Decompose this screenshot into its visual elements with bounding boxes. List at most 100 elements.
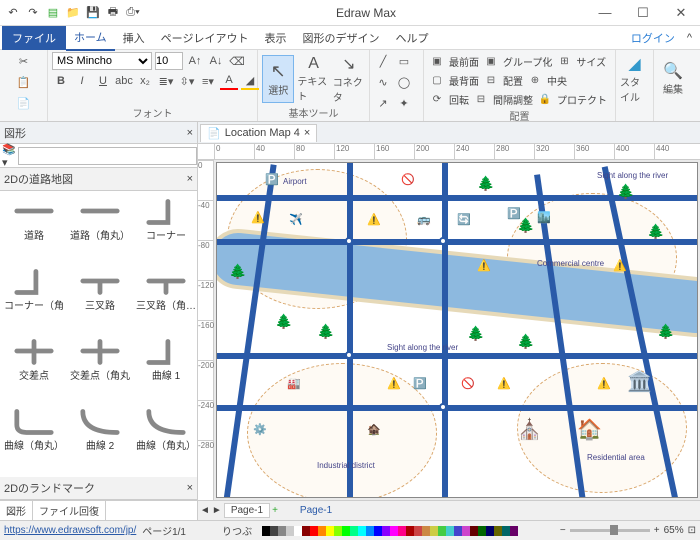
shape-item[interactable]: コーナー <box>134 195 197 263</box>
tree-icon[interactable]: 🌲 <box>517 333 534 350</box>
fontcolor-icon[interactable]: A <box>220 72 238 90</box>
shapes-close-icon[interactable]: × <box>187 127 193 139</box>
arrow-tool[interactable]: ↗ <box>374 94 392 112</box>
bus-sign[interactable]: 🚌 <box>417 213 431 226</box>
page-prev[interactable]: ◄ <box>200 505 210 516</box>
no-entry-sign[interactable]: 🚫 <box>461 377 475 390</box>
close-button[interactable]: ✕ <box>666 3 696 23</box>
alignbtn-icon[interactable]: ⊟ <box>482 71 500 89</box>
intersection[interactable] <box>345 237 353 245</box>
shape-item[interactable]: 三叉路（角… <box>134 265 197 333</box>
lib-icon[interactable]: 📚▾ <box>2 143 16 169</box>
tab-help[interactable]: ヘルプ <box>387 26 436 50</box>
tree-icon[interactable]: 🌲 <box>657 323 674 340</box>
style-button[interactable]: ◢スタイル <box>620 55 649 103</box>
open-icon[interactable]: 📁 <box>64 4 82 22</box>
cat-close-icon[interactable]: × <box>187 173 193 185</box>
subscript-icon[interactable]: x₂ <box>136 72 154 90</box>
font-select[interactable]: MS Mincho <box>52 52 152 70</box>
clear-format-icon[interactable]: ⌫ <box>228 52 246 70</box>
select-tool[interactable]: ↖選択 <box>262 55 294 103</box>
italic-icon[interactable]: I <box>73 72 91 90</box>
buildings-icon[interactable]: 🏙️ <box>537 211 551 224</box>
zoom-slider[interactable] <box>570 529 650 532</box>
line-tool[interactable]: ╱ <box>374 52 392 70</box>
star-tool[interactable]: ✦ <box>395 94 413 112</box>
bold-icon[interactable]: B <box>52 72 70 90</box>
front-icon[interactable]: ▣ <box>428 52 446 70</box>
export-icon[interactable]: ⎙▾ <box>124 4 142 22</box>
cut-icon[interactable]: ✂ <box>15 52 33 70</box>
align-icon[interactable]: ≡▾ <box>199 72 217 90</box>
linespace-icon[interactable]: ⇳▾ <box>178 72 196 90</box>
canvas-page[interactable]: 🌲 🌲 🌲 🌲 🌲 🌲 🌲 🌲 🌲 🌲 🅿️ ✈️ ⚠️ 🚌 🔄 🅿️ 🏙️ ⚠ <box>216 162 698 498</box>
collapse-ribbon-icon[interactable]: ^ <box>681 32 698 44</box>
status-url[interactable]: https://www.edrawsoft.com/jp/ <box>4 525 136 536</box>
bottom-tab-shapes[interactable]: 図形 <box>0 501 33 520</box>
road[interactable] <box>347 163 353 498</box>
intersection[interactable] <box>345 351 353 359</box>
size-icon[interactable]: ⊞ <box>555 52 573 70</box>
oil-pump-icon[interactable]: ⚙️ <box>253 423 267 436</box>
redo-icon[interactable]: ↷ <box>24 4 42 22</box>
category-landmarks[interactable]: 2Dのランドマーク <box>4 480 95 496</box>
minimize-button[interactable]: — <box>590 3 620 23</box>
parking-sign[interactable]: 🅿️ <box>265 173 279 186</box>
warning-sign[interactable]: ⚠️ <box>597 377 611 390</box>
zoom-in[interactable]: + <box>654 525 660 536</box>
tab-view[interactable]: 表示 <box>256 26 294 50</box>
govt-building-icon[interactable]: 🏛️ <box>627 369 652 394</box>
file-tab[interactable]: ファイル <box>2 26 66 50</box>
tree-icon[interactable]: 🌲 <box>647 223 664 240</box>
bottom-tab-recovery[interactable]: ファイル回復 <box>33 501 106 520</box>
warning-sign[interactable]: ⚠️ <box>251 211 265 224</box>
category-roads[interactable]: 2Dの道路地図 <box>4 171 73 187</box>
zone-industrial[interactable] <box>247 363 437 498</box>
bullets-icon[interactable]: ≣▾ <box>157 72 175 90</box>
text-tool[interactable]: Aテキスト <box>297 55 329 103</box>
font-size[interactable] <box>155 52 183 70</box>
tab-layout[interactable]: ページレイアウト <box>153 26 257 50</box>
tree-icon[interactable]: 🌲 <box>477 175 494 192</box>
shape-search[interactable] <box>18 147 197 165</box>
rotate-icon[interactable]: ⟳ <box>428 90 446 108</box>
warning-sign[interactable]: ⚠️ <box>367 213 381 226</box>
highlight-icon[interactable]: ◢ <box>241 72 259 90</box>
plane-icon[interactable]: ✈️ <box>289 213 303 226</box>
shape-item[interactable]: 交差点（角丸） <box>68 335 132 403</box>
warning-sign[interactable]: ⚠️ <box>497 377 511 390</box>
shape-item[interactable]: 交差点 <box>2 335 66 403</box>
fit-icon[interactable]: ⊡ <box>688 525 696 536</box>
tree-icon[interactable]: 🌲 <box>229 263 246 280</box>
no-entry-sign[interactable]: 🚫 <box>401 173 415 186</box>
new-icon[interactable]: ▤ <box>44 4 62 22</box>
copy-icon[interactable]: 📋 <box>15 73 33 91</box>
shape-item[interactable]: 曲線 2 <box>68 405 132 473</box>
curve-tool[interactable]: ∿ <box>374 73 392 91</box>
shape-item[interactable]: 道路 <box>2 195 66 263</box>
road[interactable] <box>217 353 697 359</box>
page-next[interactable]: ► <box>212 505 222 516</box>
back-icon[interactable]: ▢ <box>428 71 446 89</box>
warning-sign[interactable]: ⚠️ <box>387 377 401 390</box>
shrink-font-icon[interactable]: A↓ <box>207 52 225 70</box>
tree-icon[interactable]: 🌲 <box>617 183 634 200</box>
barn-icon[interactable]: 🏚️ <box>367 423 381 436</box>
spacing-icon[interactable]: ⊟ <box>472 90 490 108</box>
doc-close-icon[interactable]: × <box>304 127 310 139</box>
page-add[interactable]: + <box>272 505 278 516</box>
shape-item[interactable]: 三叉路 <box>68 265 132 333</box>
paste-icon[interactable]: 📄 <box>15 94 33 112</box>
grow-font-icon[interactable]: A↑ <box>186 52 204 70</box>
color-palette[interactable] <box>262 526 518 536</box>
tab-insert[interactable]: 挿入 <box>115 26 153 50</box>
group-icon[interactable]: ▣ <box>482 52 500 70</box>
ellipse-tool[interactable]: ◯ <box>395 73 413 91</box>
parking-sign[interactable]: 🅿️ <box>507 207 521 220</box>
tab-home[interactable]: ホーム <box>66 25 115 51</box>
login-link[interactable]: ログイン <box>631 30 681 46</box>
road[interactable] <box>217 239 697 245</box>
tree-icon[interactable]: 🌲 <box>317 323 334 340</box>
roundabout-sign[interactable]: 🔄 <box>457 213 471 226</box>
edit-button[interactable]: 🔍編集 <box>658 55 688 103</box>
